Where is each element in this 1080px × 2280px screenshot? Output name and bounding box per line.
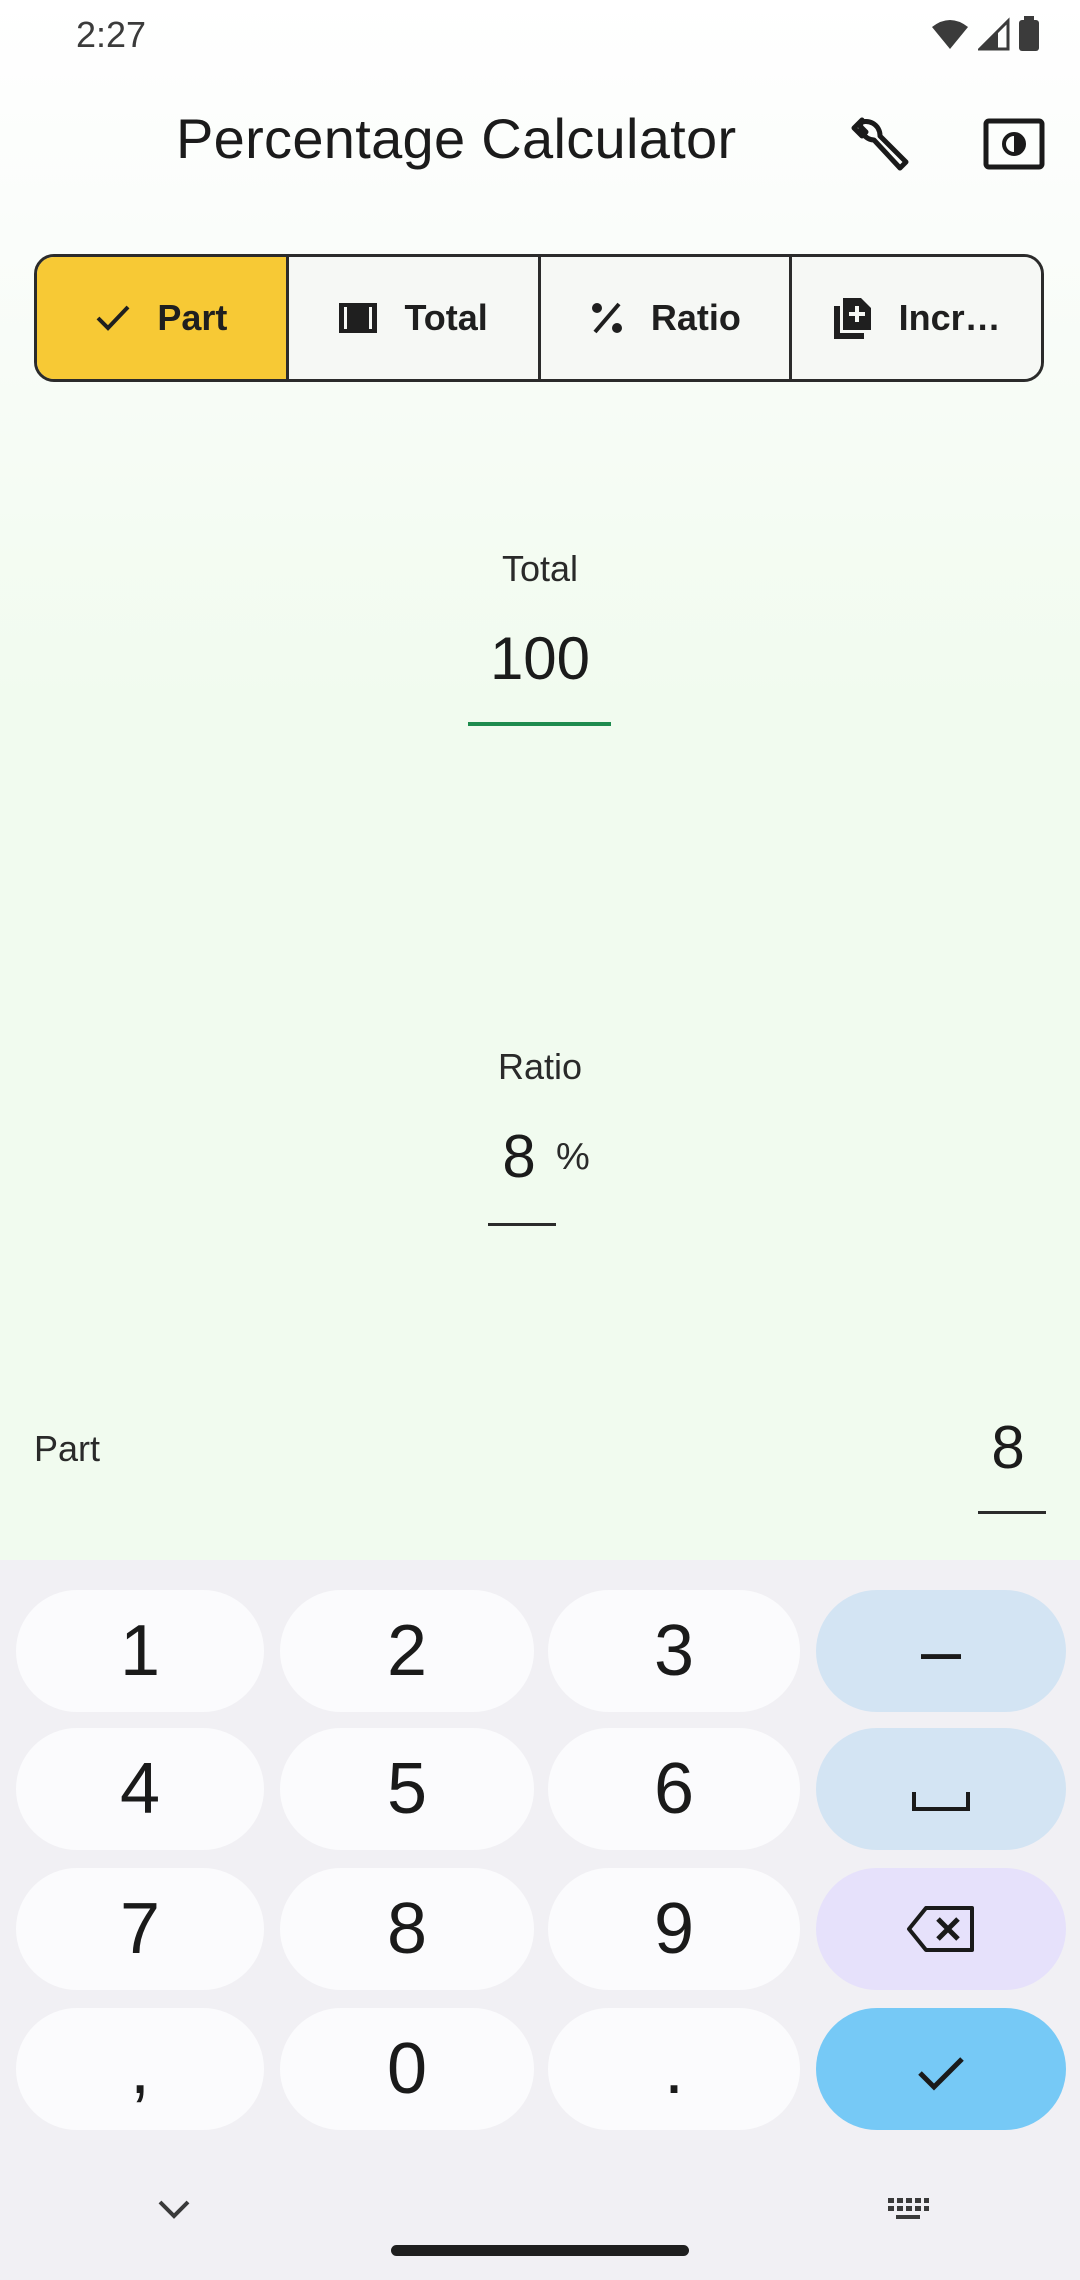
- part-label: Part: [34, 1428, 101, 1469]
- theme-toggle-button[interactable]: [974, 106, 1054, 186]
- app-bar: Percentage Calculator: [0, 70, 1080, 220]
- settings-button[interactable]: [840, 106, 920, 186]
- total-label: Total: [501, 548, 579, 589]
- gesture-nav-handle[interactable]: [391, 2245, 689, 2256]
- switch-keyboard-button[interactable]: [886, 2196, 930, 2231]
- film-icon: [338, 302, 378, 334]
- key-5[interactable]: 5: [280, 1728, 534, 1850]
- part-value: 8: [991, 1414, 1025, 1481]
- brightness-icon: [983, 118, 1045, 175]
- signal-icon: [978, 17, 1010, 51]
- part-underline: [978, 1511, 1046, 1514]
- status-icons: [930, 16, 1040, 52]
- key-7[interactable]: 7: [16, 1868, 264, 1990]
- key-space[interactable]: [816, 1728, 1066, 1850]
- ratio-label: Ratio: [497, 1046, 583, 1087]
- key-minus[interactable]: –: [816, 1590, 1066, 1712]
- note-add-icon: [833, 296, 873, 340]
- tab-ratio-label: Ratio: [650, 297, 741, 338]
- status-time: 2:27: [76, 14, 147, 55]
- numeric-keyboard: 1 2 3 – 4 5 6 7 8 9 , 0 .: [0, 1560, 1080, 2280]
- battery-icon: [1018, 16, 1040, 52]
- key-backspace[interactable]: [816, 1868, 1066, 1990]
- key-enter[interactable]: [816, 2008, 1066, 2130]
- key-9[interactable]: 9: [548, 1868, 800, 1990]
- tab-ratio[interactable]: Ratio: [540, 257, 793, 379]
- key-0[interactable]: 0: [280, 2008, 534, 2130]
- tab-part[interactable]: Part: [37, 257, 289, 379]
- tab-increase-label: Incr…: [898, 297, 1001, 338]
- ratio-underline: [488, 1223, 556, 1226]
- tab-increase[interactable]: Incr…: [792, 257, 1041, 379]
- tab-part-label: Part: [157, 297, 228, 338]
- wifi-icon: [930, 17, 970, 51]
- check-icon: [916, 2028, 966, 2110]
- total-input[interactable]: 100: [440, 624, 640, 693]
- key-4[interactable]: 4: [16, 1728, 264, 1850]
- chevron-down-icon: [156, 2200, 192, 2226]
- total-underline: [468, 722, 611, 726]
- mode-segmented-control: Part Total Ratio Incr…: [34, 254, 1044, 382]
- page-title: Percentage Calculator: [176, 107, 737, 170]
- percent-icon: [589, 300, 625, 336]
- key-period[interactable]: .: [548, 2008, 800, 2130]
- key-8[interactable]: 8: [280, 1868, 534, 1990]
- key-3[interactable]: 3: [548, 1590, 800, 1712]
- check-icon: [95, 303, 131, 333]
- status-bar: 2:27: [0, 0, 1080, 70]
- tab-total[interactable]: Total: [288, 257, 541, 379]
- tab-total-label: Total: [404, 297, 488, 338]
- key-1[interactable]: 1: [16, 1590, 264, 1712]
- key-2[interactable]: 2: [280, 1590, 534, 1712]
- keyboard-icon: [886, 2198, 930, 2230]
- space-icon: [911, 1748, 971, 1830]
- key-comma[interactable]: ,: [16, 2008, 264, 2130]
- hide-keyboard-button[interactable]: [156, 2198, 192, 2227]
- ratio-input[interactable]: 8: [474, 1122, 564, 1191]
- wrench-icon: [848, 112, 912, 181]
- key-6[interactable]: 6: [548, 1728, 800, 1850]
- ratio-suffix: %: [556, 1136, 590, 1178]
- backspace-icon: [906, 1888, 976, 1970]
